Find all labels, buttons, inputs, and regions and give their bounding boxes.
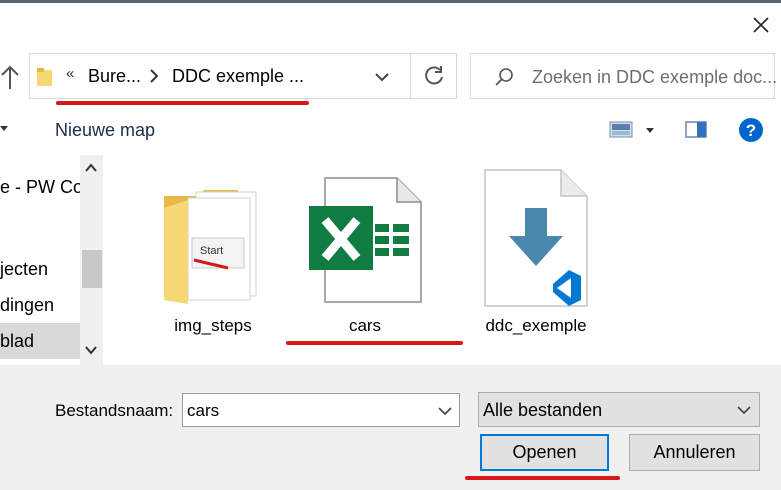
overflow-chevron[interactable]: « [66,65,74,82]
nav-item[interactable]: e - PW Co [0,169,80,205]
chevron-right-icon[interactable] [148,68,160,84]
search-input[interactable]: Zoeken in DDC exemple doc... [532,67,777,88]
cancel-button[interactable]: Annuleren [629,434,760,471]
dialog-footer [0,365,781,490]
breadcrumb-desktop[interactable]: Bure... [88,66,141,87]
search-icon [495,68,513,86]
nav-item[interactable]: dingen [0,287,80,323]
file-name: ddc_exemple [485,316,587,335]
nav-scrollbar[interactable] [80,155,103,365]
file-type-select[interactable]: Alle bestanden [478,392,760,427]
filename-value[interactable]: cars [187,401,219,421]
annotation-underline-path [56,101,309,105]
organize-dropdown-icon[interactable] [0,124,10,134]
annotation-underline-open [465,476,620,480]
view-options-dropdown-icon[interactable] [645,127,655,135]
search-box[interactable]: Zoeken in DDC exemple doc... [470,53,777,99]
address-bar[interactable]: « Bure... DDC exemple ... [29,53,457,99]
file-item-vscode[interactable]: ddc_exemple [466,169,606,342]
chevron-down-icon[interactable] [374,71,390,83]
chevron-down-icon[interactable] [85,345,97,355]
filename-input[interactable]: cars [182,393,460,427]
excel-file-icon [309,177,422,303]
file-name: cars [348,316,382,335]
chevron-up-icon[interactable] [85,163,97,173]
chevron-down-icon[interactable] [438,406,452,416]
breadcrumb-ddc-exemple[interactable]: DDC exemple ... [172,66,304,87]
chevron-down-icon[interactable] [737,405,751,415]
svg-text:?: ? [746,121,756,140]
file-name: img_steps [174,316,252,335]
vscode-file-icon [484,169,588,307]
open-button[interactable]: Openen [480,434,609,471]
file-type-value[interactable]: Alle bestanden [483,400,602,421]
help-icon[interactable]: ? [738,117,764,143]
close-icon[interactable] [748,12,774,38]
folder-icon: Start [164,190,257,304]
scrollbar-thumb[interactable] [82,250,102,288]
file-item-excel[interactable]: cars [295,172,435,342]
address-divider [410,54,411,98]
refresh-icon[interactable] [423,65,445,87]
change-view-icon[interactable] [609,120,635,140]
new-folder-button[interactable]: Nieuwe map [55,120,155,141]
up-arrow-icon[interactable] [0,63,20,91]
window-top-border [0,0,781,3]
svg-text:Start: Start [200,245,223,257]
preview-pane-icon[interactable] [685,120,709,140]
annotation-underline-file [286,341,463,345]
filename-label: Bestandsnaam: [55,401,174,420]
folder-icon [37,68,52,86]
nav-item[interactable]: jecten [0,251,80,287]
file-item-folder[interactable]: Start img_steps [143,172,283,342]
nav-item-selected[interactable]: blad [0,323,80,359]
